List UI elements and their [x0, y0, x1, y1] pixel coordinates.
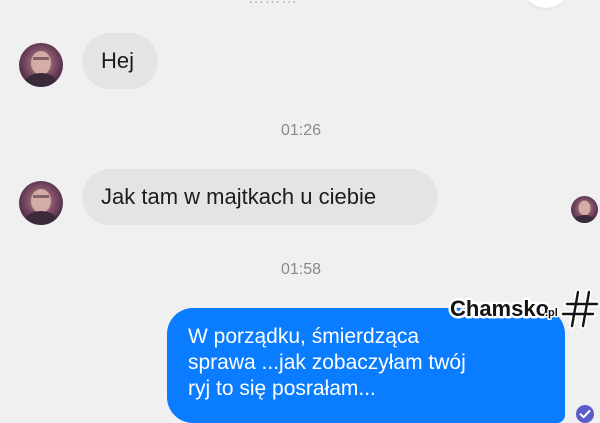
watermark-text: Chamsko [450, 296, 549, 321]
check-icon [579, 410, 591, 419]
message-text-line: ryj to się posrałam... [188, 377, 376, 400]
contact-avatar-icon [19, 181, 63, 225]
message-text: Hej [101, 48, 135, 73]
message-timestamp: 01:58 [280, 261, 322, 278]
contact-avatar-icon [19, 43, 63, 87]
hash-icon [560, 289, 600, 329]
seen-avatar-icon [571, 196, 598, 223]
contact-avatar[interactable] [19, 181, 63, 225]
read-receipt-icon [576, 405, 594, 423]
message-timestamp: 01:26 [280, 122, 322, 139]
contact-avatar[interactable] [19, 43, 63, 87]
message-text-line: sprawa ...jak zobaczyłam twój [188, 351, 466, 374]
top-action-button[interactable] [524, 0, 568, 8]
incoming-message-bubble[interactable]: Hej [82, 33, 158, 89]
watermark-suffix: .pl [545, 307, 558, 319]
seen-avatar [571, 196, 598, 223]
conversation-title: ……… [248, 0, 298, 8]
incoming-message-bubble[interactable]: Jak tam w majtkach u ciebie [82, 169, 438, 225]
watermark-logo: Chamsko Chamsko .pl .pl [448, 289, 600, 329]
message-text: Jak tam w majtkach u ciebie [101, 184, 377, 209]
